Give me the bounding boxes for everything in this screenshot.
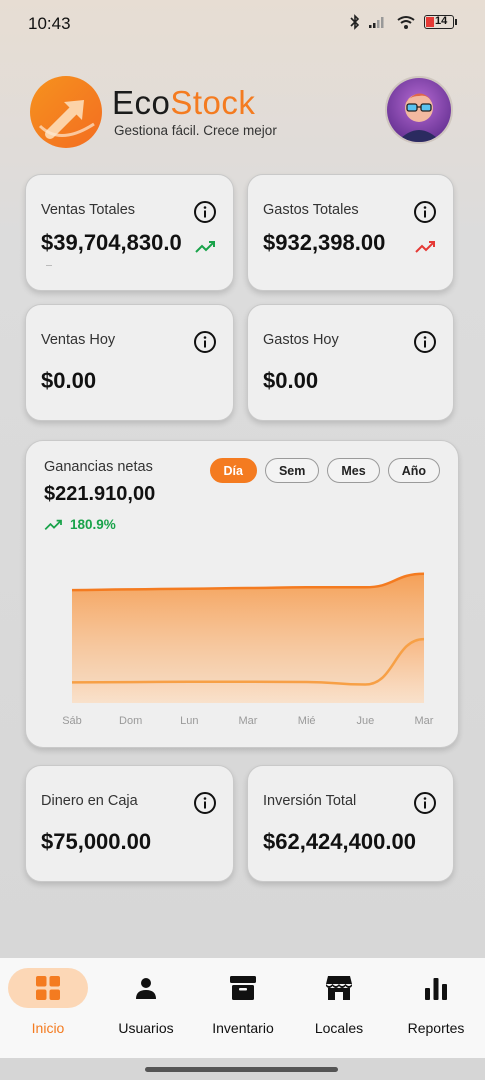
x-tick-label: Sáb (62, 715, 82, 727)
series-0-line (71, 572, 425, 592)
nav-item-inventario[interactable]: Inventario (198, 968, 288, 1048)
nav-label: Reportes (407, 1020, 465, 1036)
nav-pill (8, 968, 88, 1008)
card-label: Ventas Hoy (41, 332, 116, 348)
card-value: $0.00 (41, 368, 97, 393)
nav-pill (396, 968, 476, 1008)
card-value: $75,000.00 (41, 829, 152, 854)
x-tick-label: Jue (356, 715, 374, 727)
nav-item-reportes[interactable]: Reportes (391, 968, 481, 1048)
growth-value: 180.9% (70, 517, 116, 532)
info-icon[interactable] (193, 200, 217, 224)
tagline: Gestiona fácil. Crece mejor (114, 123, 277, 138)
nav-item-usuarios[interactable]: Usuarios (101, 968, 191, 1048)
info-icon[interactable] (413, 200, 437, 224)
nav-pill (203, 968, 283, 1008)
range-selector: Día Sem Mes Año (209, 458, 440, 483)
card-label: Ventas Totales (41, 202, 136, 218)
range-year-button[interactable]: Año (387, 458, 440, 483)
wifi-icon (397, 15, 415, 29)
ecostock-logo-icon (30, 76, 102, 148)
signal-icon (369, 17, 384, 28)
card-gastos-totales[interactable]: Gastos Totales $932,398.00 (247, 174, 454, 291)
nav-label: Usuarios (118, 1020, 174, 1036)
trend-up-icon (44, 519, 62, 530)
card-value: $62,424,400.00 (263, 829, 416, 854)
battery-level: 14 (435, 15, 448, 27)
info-icon[interactable] (193, 791, 217, 815)
battery-icon: 14 (424, 15, 457, 29)
trend-up-icon (195, 241, 215, 253)
bluetooth-icon (350, 14, 360, 30)
home-indicator[interactable] (145, 1067, 338, 1072)
card-label: Dinero en Caja (41, 793, 138, 809)
divider-mark (46, 265, 52, 266)
card-ventas-hoy[interactable]: Ventas Hoy $0.00 (25, 304, 234, 421)
brand-name: EcoStock (112, 84, 255, 122)
trend-up-icon (415, 241, 435, 253)
nav-item-locales[interactable]: Locales (294, 968, 384, 1048)
x-tick-label: Lun (180, 715, 198, 727)
card-label: Inversión Total (263, 793, 357, 809)
card-ventas-totales[interactable]: Ventas Totales $39,704,830.0 (25, 174, 234, 291)
earnings-title: Ganancias netas (44, 459, 153, 475)
card-dinero-caja[interactable]: Dinero en Caja $75,000.00 (25, 765, 234, 882)
brand-stock: Stock (170, 84, 256, 121)
nav-item-inicio[interactable]: Inicio (3, 968, 93, 1048)
x-tick-label: Mié (298, 715, 316, 727)
status-time: 10:43 (28, 14, 71, 33)
bar-chart-icon (425, 978, 447, 1000)
card-label: Gastos Totales (263, 202, 359, 218)
avatar[interactable] (385, 76, 453, 144)
brand-eco: Eco (112, 84, 171, 121)
info-icon[interactable] (413, 791, 437, 815)
avatar-image (387, 78, 451, 142)
status-icons: 14 (350, 14, 457, 30)
bottom-nav: Inicio Usuarios Inventario Locales Repor… (0, 958, 485, 1058)
earnings-card: Sáb Dom Lun Mar Mié Jue Mar Ganancias netas $2… (25, 440, 459, 748)
card-value: $0.00 (263, 368, 319, 393)
range-day-button[interactable]: Día (209, 458, 257, 483)
nav-label: Locales (314, 1020, 364, 1036)
archive-icon (230, 976, 256, 1000)
range-week-button[interactable]: Sem (264, 458, 320, 483)
x-tick-label: Dom (119, 715, 142, 727)
user-icon (136, 978, 156, 999)
info-icon[interactable] (413, 330, 437, 354)
earnings-value: $221.910,00 (44, 483, 156, 505)
card-label: Gastos Hoy (263, 332, 339, 348)
growth-indicator: 180.9% (44, 517, 116, 532)
card-value: $932,398.00 (263, 230, 386, 255)
info-icon[interactable] (193, 330, 217, 354)
nav-label: Inicio (31, 1020, 65, 1036)
grid-icon (36, 976, 60, 1000)
card-gastos-hoy[interactable]: Gastos Hoy $0.00 (247, 304, 454, 421)
card-value: $39,704,830.0 (41, 230, 182, 255)
range-month-button[interactable]: Mes (327, 458, 380, 483)
nav-pill (299, 968, 379, 1008)
status-bar: 10:43 14 (0, 0, 485, 46)
x-tick-label: Mar (415, 715, 434, 727)
x-tick-label: Mar (239, 715, 258, 727)
card-inversion-total[interactable]: Inversión Total $62,424,400.00 (247, 765, 454, 882)
store-icon (326, 976, 352, 1000)
nav-pill (106, 968, 186, 1008)
nav-label: Inventario (212, 1020, 274, 1036)
